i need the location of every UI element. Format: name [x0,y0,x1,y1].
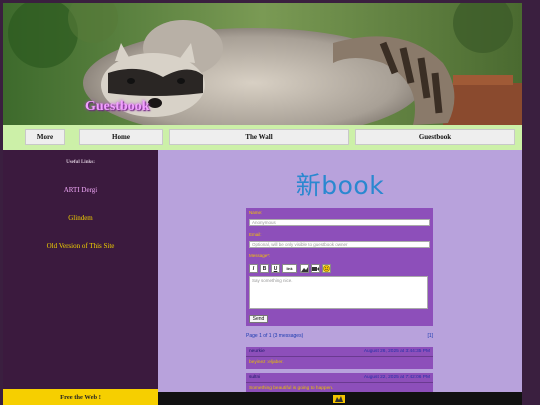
sidebar-heading: Useful Links: [66,160,95,165]
header-banner: Guestbook [3,3,522,125]
entry-message: Something beautiful is going to happen. [249,386,334,391]
emoji-button[interactable] [322,264,331,273]
video-icon [312,266,319,271]
sidebar-link-arti-dergi[interactable]: ARTI Dergi [3,186,158,194]
sidebar-link-glindem[interactable]: Glindem [3,214,158,222]
entry-date: August 22, 2025 at 7:42:06 PM [363,375,430,380]
nav-guestbook-button[interactable]: Guestbook [355,129,515,145]
message-label: Message*: [249,253,271,258]
name-input[interactable]: Anonymous [249,219,430,226]
guestbook-main: 新book Name: Anonymous Email: Optional, w… [158,150,522,392]
page-frame: Guestbook More Home The Wall Guestbook U… [3,3,522,405]
underline-button[interactable]: U [271,264,280,273]
pager: Page 1 of 1 (3 messages) [1] [246,333,433,339]
raccoon-banner-image [3,3,522,125]
scrollbar-gutter[interactable] [522,0,540,405]
smiley-icon [323,265,330,272]
link-button[interactable]: link [282,264,297,273]
entry-header: neurkie August 26, 2025 at 3:44:35 PM [246,347,433,357]
sidebar-link-old-version[interactable]: Old Version of This Site [3,242,158,250]
entry-message: beyinez :eljaber. [249,360,284,365]
entry-author: sultni [249,375,261,380]
email-label: Email: [249,232,262,237]
bold-button[interactable]: B [260,264,269,273]
nav-more-button[interactable]: More [25,129,65,145]
guestbook-entry: sultni August 22, 2025 at 7:42:06 PM Som… [246,373,433,392]
entry-date: August 26, 2025 at 3:44:35 PM [363,349,430,354]
image-button[interactable] [300,264,309,273]
guestbook-logo: 新book [295,171,385,200]
send-button[interactable]: Send [249,315,268,323]
name-label: Name: [249,210,263,215]
image-icon [301,266,308,272]
entry-header: sultni August 22, 2025 at 7:42:06 PM [246,373,433,383]
entry-author: neurkie [249,349,265,354]
nav-home-button[interactable]: Home [79,129,163,145]
email-input[interactable]: Optional, will be only visible to guestb… [249,241,430,248]
cat-sticker-icon [333,395,345,403]
nav-wall-button[interactable]: The Wall [169,129,349,145]
video-button[interactable] [311,264,320,273]
footer-bar [158,392,522,405]
site-title: Guestbook [85,99,150,114]
guestbook-entry: neurkie August 26, 2025 at 3:44:35 PM be… [246,347,433,369]
page-1-link[interactable]: [1] [427,333,433,339]
sidebar: Useful Links: ARTI Dergi Glindem Old Ver… [3,150,158,392]
guestbook-form: Name: Anonymous Email: Optional, will be… [246,208,433,326]
nav-bar: More Home The Wall Guestbook [3,125,522,150]
message-textarea[interactable]: Say something nice. [249,276,428,309]
free-the-web-banner[interactable]: Free the Web ! [3,389,158,405]
italic-button[interactable]: I [249,264,258,273]
pager-info: Page 1 of 1 (3 messages) [246,333,304,339]
